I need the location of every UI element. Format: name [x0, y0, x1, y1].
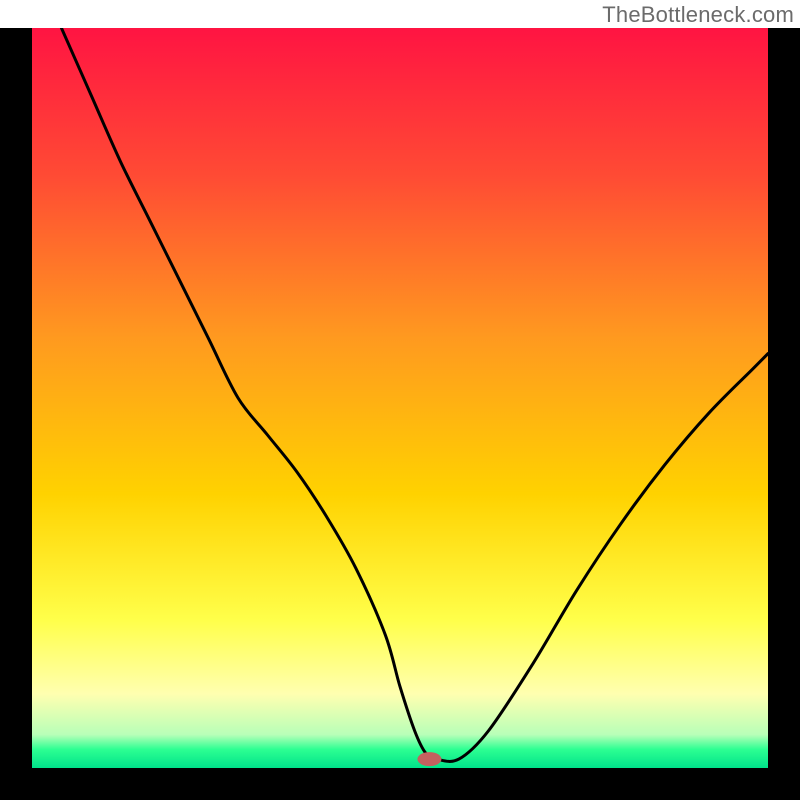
- chart-svg: [32, 28, 768, 768]
- chart-frame: TheBottleneck.com: [0, 0, 800, 800]
- gradient-background: [32, 28, 768, 768]
- plot-area: [32, 28, 768, 768]
- min-marker: [417, 752, 441, 766]
- watermark-text: TheBottleneck.com: [602, 2, 794, 28]
